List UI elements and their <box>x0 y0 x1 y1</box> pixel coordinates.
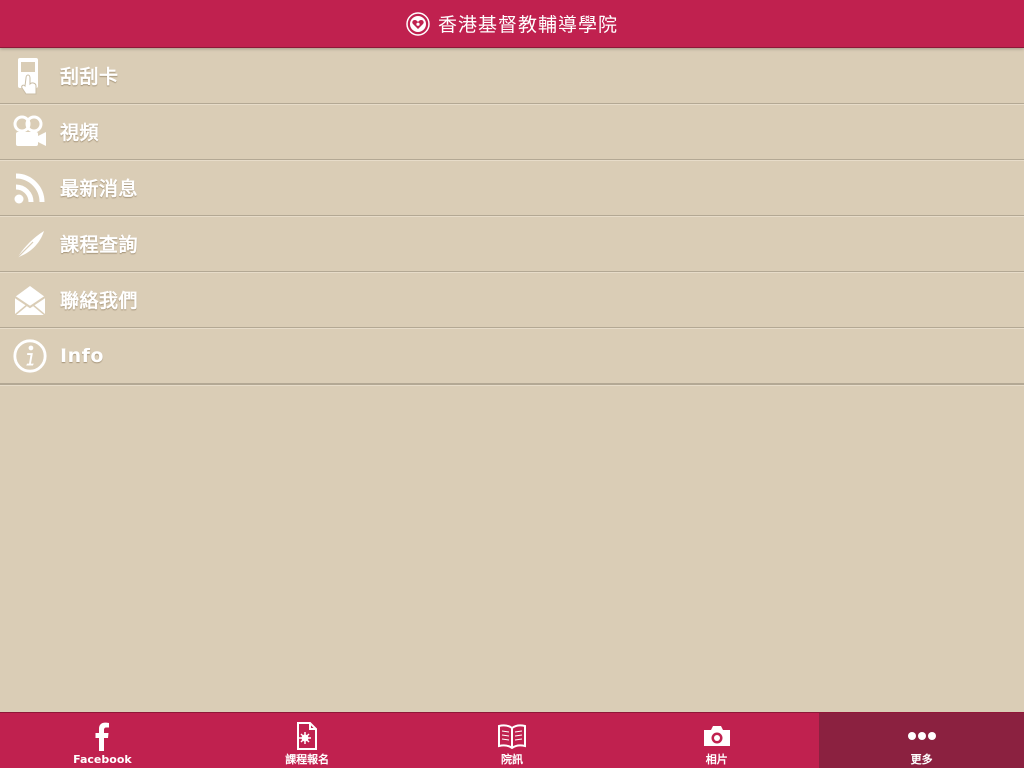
feather-icon <box>12 224 48 264</box>
facebook-icon <box>94 721 110 751</box>
tab-course-registration[interactable]: 課程報名 <box>205 713 410 768</box>
book-icon <box>497 721 527 751</box>
tab-label: 更多 <box>910 753 933 766</box>
tab-label: 院訊 <box>500 753 523 766</box>
menu-item-label: 課程查詢 <box>60 234 139 256</box>
rss-icon <box>12 168 48 208</box>
menu-item-label: 視頻 <box>60 122 100 144</box>
video-camera-icon <box>12 112 48 152</box>
menu-item-news[interactable]: 最新消息 <box>0 160 1024 216</box>
menu-list: 刮刮卡 視頻 最新消息 課程查詢 聯絡我們 Info <box>0 48 1024 385</box>
menu-item-label: 刮刮卡 <box>60 66 119 88</box>
bottom-tab-bar: Facebook 課程報名 院訊 相片 更多 <box>0 712 1024 768</box>
more-dots-icon <box>907 721 937 751</box>
menu-item-course-enquiry[interactable]: 課程查詢 <box>0 216 1024 272</box>
page-title: 香港基督教輔導學院 <box>437 14 618 36</box>
tab-label: Facebook <box>73 753 132 766</box>
app-root: 香港基督教輔導學院 刮刮卡 視頻 最新消息 課程查詢 聯絡我們 Info Fac… <box>0 0 1024 768</box>
tab-newsletter[interactable]: 院訊 <box>410 713 615 768</box>
envelope-icon <box>12 280 48 320</box>
tab-photos[interactable]: 相片 <box>614 713 819 768</box>
menu-item-label: 聯絡我們 <box>60 290 139 312</box>
menu-item-contact-us[interactable]: 聯絡我們 <box>0 272 1024 328</box>
tab-label: 課程報名 <box>285 753 330 766</box>
scratch-card-icon <box>12 56 48 96</box>
institute-heart-logo-icon <box>406 11 430 36</box>
menu-item-label: 最新消息 <box>60 178 139 200</box>
menu-item-video[interactable]: 視頻 <box>0 104 1024 160</box>
camera-icon <box>702 721 732 751</box>
header-bar: 香港基督教輔導學院 <box>0 0 1024 48</box>
tab-label: 相片 <box>705 753 728 766</box>
tab-more[interactable]: 更多 <box>819 713 1024 768</box>
document-icon <box>295 721 319 751</box>
info-icon <box>12 336 48 376</box>
tab-facebook[interactable]: Facebook <box>0 713 205 768</box>
menu-item-label: Info <box>60 344 104 367</box>
menu-item-scratch-card[interactable]: 刮刮卡 <box>0 48 1024 104</box>
menu-item-info[interactable]: Info <box>0 328 1024 385</box>
